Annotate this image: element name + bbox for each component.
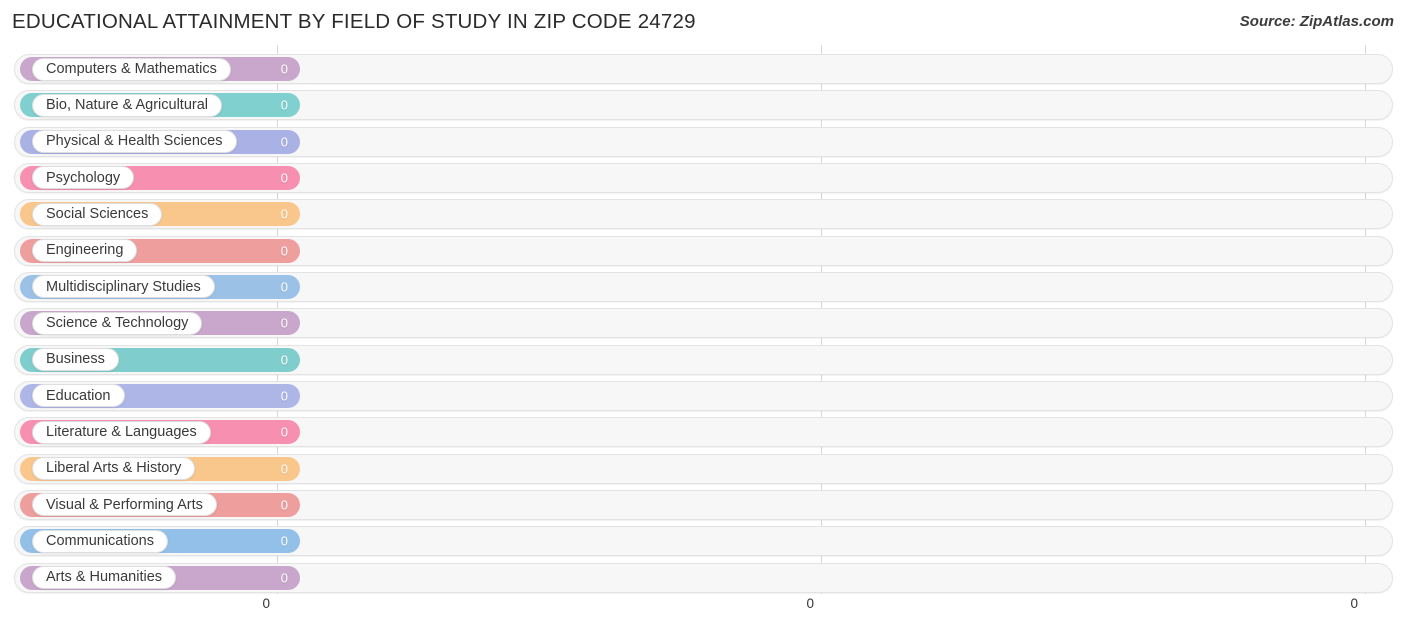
x-axis-tick-label: 0 (806, 596, 814, 611)
x-axis-tick-label: 0 (262, 596, 270, 611)
bar-value-label: 0 (280, 533, 288, 549)
category-label-text: Business (46, 351, 105, 368)
category-label-text: Science & Technology (46, 315, 189, 332)
category-label-text: Bio, Nature & Agricultural (46, 97, 208, 114)
category-label-text: Multidisciplinary Studies (46, 278, 201, 295)
bar-value-label: 0 (280, 352, 288, 368)
category-label-text: Engineering (46, 242, 124, 259)
category-label-pill[interactable]: Visual & Performing Arts (32, 493, 217, 517)
bar-value-label: 0 (280, 315, 288, 331)
bar-value-label: 0 (280, 570, 288, 586)
category-label-pill[interactable]: Engineering (32, 239, 138, 263)
category-label-pill[interactable]: Business (32, 348, 119, 372)
bar-value-label: 0 (280, 461, 288, 477)
category-label-text: Psychology (46, 169, 121, 186)
category-label-pill[interactable]: Communications (32, 529, 168, 553)
chart-header: EDUCATIONAL ATTAINMENT BY FIELD OF STUDY… (0, 0, 1406, 45)
bar-value-label: 0 (280, 424, 288, 440)
category-label-pill[interactable]: Literature & Languages (32, 420, 211, 444)
chart-root: EDUCATIONAL ATTAINMENT BY FIELD OF STUDY… (0, 0, 1406, 631)
category-label-pill[interactable]: Computers & Mathematics (32, 57, 231, 81)
plot-area: 0 Computers & Mathematics 0 Bio, Nature & A… (0, 45, 1406, 594)
category-label-text: Visual & Performing Arts (46, 496, 203, 513)
category-label-pill[interactable]: Bio, Nature & Agricultural (32, 93, 222, 117)
x-axis-tick-label: 0 (1350, 596, 1358, 611)
bar-value-label: 0 (280, 170, 288, 186)
category-label-pill[interactable]: Social Sciences (32, 202, 163, 226)
category-label-text: Communications (46, 533, 154, 550)
x-axis: 0 0 0 (0, 594, 1406, 631)
category-label-text: Arts & Humanities (46, 569, 163, 586)
bar-value-label: 0 (280, 279, 288, 295)
category-label-text: Physical & Health Sciences (46, 133, 223, 150)
bar-value-label: 0 (280, 134, 288, 150)
bar-value-label: 0 (280, 388, 288, 404)
page-title: EDUCATIONAL ATTAINMENT BY FIELD OF STUDY… (12, 10, 696, 33)
bar-value-label: 0 (280, 206, 288, 222)
bar-value-label: 0 (280, 243, 288, 259)
bar-value-label: 0 (280, 61, 288, 77)
category-label-pill[interactable]: Multidisciplinary Studies (32, 275, 215, 299)
category-label-text: Computers & Mathematics (46, 60, 217, 77)
category-label-text: Liberal Arts & History (46, 460, 182, 477)
source-attribution: Source: ZipAtlas.com (1239, 13, 1394, 30)
category-label-pill[interactable]: Science & Technology (32, 311, 203, 335)
category-label-pill[interactable]: Physical & Health Sciences (32, 130, 237, 154)
category-label-text: Social Sciences (46, 206, 149, 223)
category-label-pill[interactable]: Arts & Humanities (32, 566, 177, 590)
category-label-pill[interactable]: Psychology (32, 166, 135, 190)
bar-value-label: 0 (280, 497, 288, 513)
category-label-text: Literature & Languages (46, 424, 197, 441)
category-label-pill[interactable]: Education (32, 384, 125, 408)
category-label-pill[interactable]: Liberal Arts & History (32, 457, 196, 481)
category-label-text: Education (46, 387, 111, 404)
bar-value-label: 0 (280, 97, 288, 113)
